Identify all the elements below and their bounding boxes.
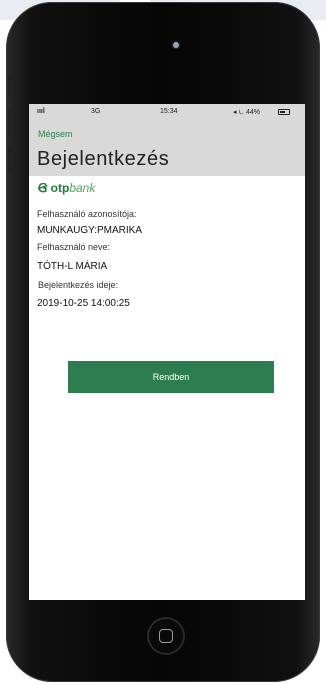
user-id-value: MUNKAUGY:PMARIKA bbox=[37, 225, 143, 236]
user-name-value: TÓTH-L MÁRIA bbox=[37, 261, 108, 272]
network-type: 3G bbox=[91, 108, 101, 115]
home-square-icon bbox=[159, 629, 173, 643]
login-time-label: Bejelentkezés ideje: bbox=[38, 280, 119, 290]
otpbank-logo: Ꞡ otpbank bbox=[38, 181, 95, 195]
navigation-bar: Mégsem Bejelentkezés bbox=[29, 120, 305, 176]
signal-strength: ıııl bbox=[37, 108, 45, 115]
status-bar: ıııl 3G 15:34 ◂ ⏾ 44% bbox=[29, 104, 305, 120]
user-name-label: Felhasználó neve: bbox=[37, 242, 111, 252]
battery-icon bbox=[278, 109, 290, 115]
app-screen: ıııl 3G 15:34 ◂ ⏾ 44% Mégsem Bejelentkez… bbox=[29, 104, 305, 600]
mute-switch bbox=[8, 77, 12, 95]
volume-up-button bbox=[8, 110, 12, 136]
status-indicators: ◂ ⏾ 44% bbox=[233, 109, 260, 116]
logo-brand-main: otp bbox=[50, 181, 70, 195]
otp-logo-icon: Ꞡ bbox=[38, 181, 48, 195]
ok-button[interactable]: Rendben bbox=[68, 361, 274, 393]
front-camera bbox=[173, 42, 179, 48]
home-button[interactable] bbox=[147, 617, 185, 655]
volume-down-button bbox=[8, 146, 12, 172]
cancel-button[interactable]: Mégsem bbox=[38, 129, 73, 139]
clock: 15:34 bbox=[160, 108, 178, 115]
logo-brand-sub: bank bbox=[69, 181, 96, 195]
login-time-value: 2019-10-25 14:00:25 bbox=[37, 298, 130, 309]
user-id-label: Felhasználó azonosítója: bbox=[37, 209, 137, 219]
page-title: Bejelentkezés bbox=[37, 148, 170, 170]
